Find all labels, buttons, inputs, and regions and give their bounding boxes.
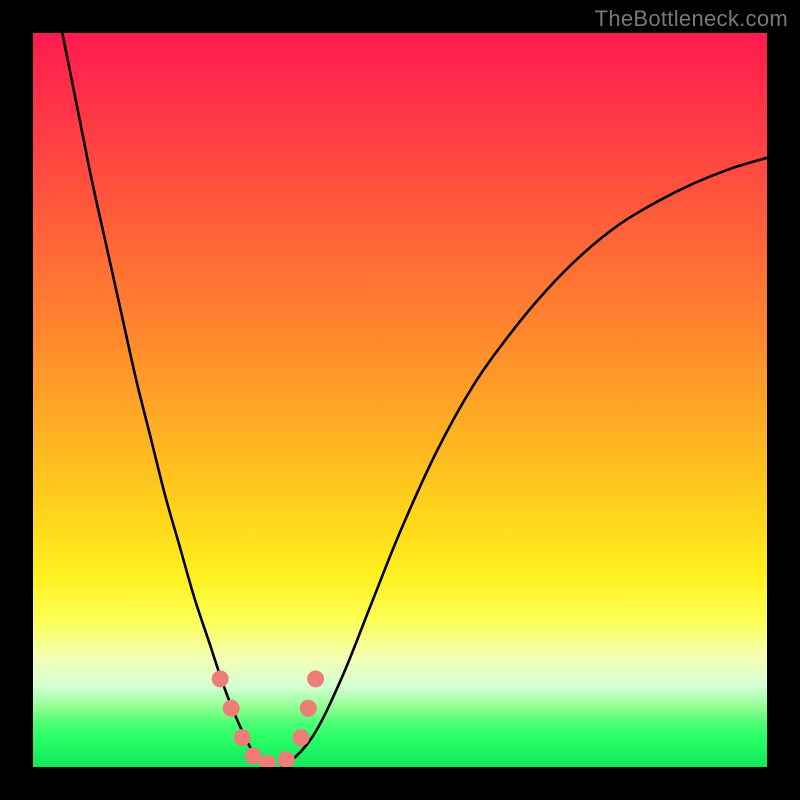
curve-marker [278, 751, 295, 767]
curve-marker [212, 670, 229, 687]
curve-marker [245, 747, 262, 764]
curve-marker [292, 729, 309, 746]
curve-marker [259, 755, 276, 767]
curve-marker [234, 729, 251, 746]
plot-area [33, 33, 767, 767]
chart-container: TheBottleneck.com [0, 0, 800, 800]
attribution-text: TheBottleneck.com [595, 6, 788, 32]
curve-marker [307, 670, 324, 687]
bottleneck-curve [62, 33, 767, 767]
curve-marker [223, 700, 240, 717]
curve-layer [33, 33, 767, 767]
curve-marker [300, 700, 317, 717]
marker-group [212, 670, 324, 767]
